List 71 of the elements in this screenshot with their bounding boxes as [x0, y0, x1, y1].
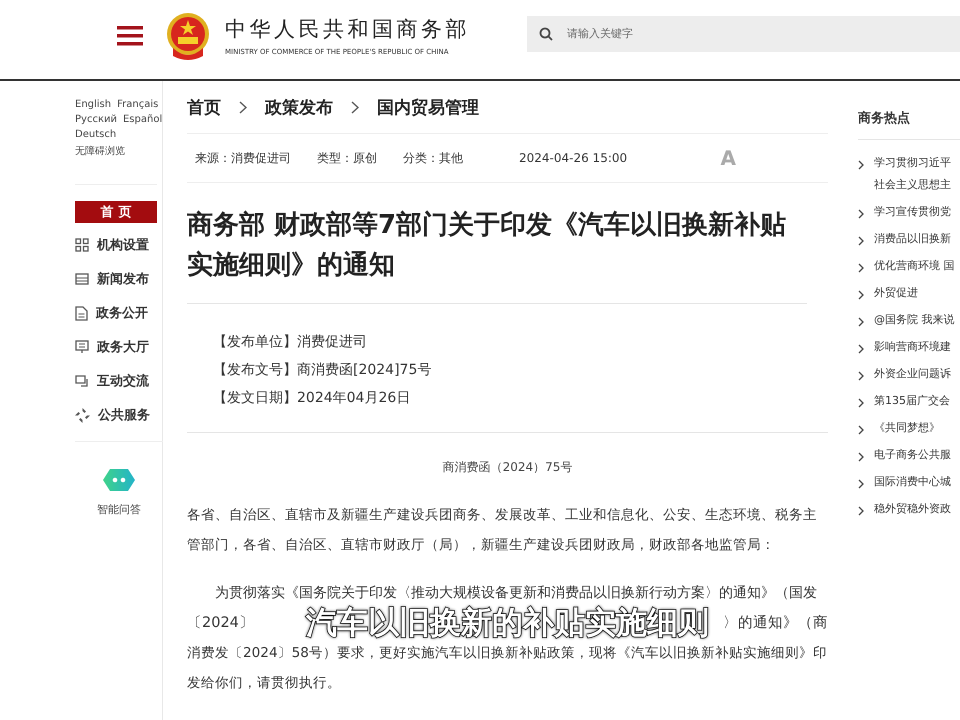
document-number: 商消费函（2024）75号 [442, 459, 574, 476]
chevron-icon [858, 479, 864, 489]
emblem-icon [165, 12, 211, 62]
language-link[interactable]: Русский [75, 114, 117, 125]
language-link[interactable]: Deutsch [75, 129, 116, 140]
document-icon [75, 306, 88, 320]
topic-link[interactable]: 学习宣传贯彻党 [874, 205, 951, 219]
topic-link[interactable]: 优化营商环境 国 [874, 259, 954, 273]
paragraph-fragment: 〉的通知》（商 [723, 614, 828, 633]
article-title: 商务部 财政部等7部门关于印发《汽车以旧换新补贴实施细则》的通知 [187, 183, 807, 304]
breadcrumb-link[interactable]: 首页 [187, 96, 221, 118]
paragraph-fragment: 〔2024〕 [187, 614, 254, 633]
search-icon [539, 26, 553, 40]
nav-item[interactable]: 互动交流 [75, 369, 157, 393]
monitor-icon [75, 340, 89, 354]
publish-time: 2024-04-26 15:00 [519, 151, 628, 165]
nav-item[interactable]: 公共服务 [75, 403, 157, 427]
chat-icon [75, 374, 89, 388]
chevron-icon [858, 398, 864, 408]
paragraph-line: 为贯彻落实《国务院关于印发〈推动大规模设备更新和消费品以旧换新行动方案〉的通知》（国发 [214, 584, 818, 603]
meta-text: 来源：消费促进司 [195, 150, 291, 166]
chevron-icon [858, 452, 864, 462]
chevron-icon [858, 371, 864, 381]
diamond-icon [75, 408, 90, 422]
chevron-icon [858, 425, 864, 435]
newspaper-icon [75, 273, 89, 285]
nav-item[interactable]: 新闻发布 [75, 267, 157, 291]
topic-link[interactable]: @国务院 我来说 [874, 313, 954, 327]
meta-text: 分类：其他 [403, 150, 463, 166]
nav-item[interactable]: 首 页 [75, 201, 157, 223]
assistant-label[interactable]: 智能问答 [97, 502, 141, 517]
topic-link[interactable]: 学习贯彻习近平 社会主义思想主 [874, 156, 951, 192]
language-link[interactable]: English [75, 99, 112, 110]
section-heading: 商务热点 [858, 81, 960, 140]
nav-item[interactable]: 政务大厅 [75, 335, 157, 359]
chevron-icon [858, 236, 864, 246]
chevron-icon [351, 100, 359, 114]
chevron-icon [858, 209, 864, 219]
nav-item[interactable]: 机构设置 [75, 233, 157, 257]
topic-link[interactable]: 稳外贸稳外资政 [874, 502, 951, 516]
grid-icon [75, 238, 89, 252]
chevron-icon [239, 100, 247, 114]
topic-link[interactable]: 第135届广交会 [874, 394, 950, 408]
search-field[interactable]: 请输入关键字 [527, 16, 960, 52]
chevron-icon [858, 263, 864, 273]
language-link[interactable]: Español [122, 114, 162, 125]
breadcrumb-link[interactable]: 政策发布 [265, 96, 333, 118]
topic-link[interactable]: 外资企业问题诉 [874, 367, 951, 381]
paragraph: 各省、自治区、直辖市及新疆生产建设兵团商务、发展改革、工业和信息化、公安、生态环境、税务主管部门，各省、自治区、直辖市财政厅（局），新疆生产建设兵团财政局，财政部各地监管局： [187, 506, 818, 555]
language-link[interactable]: Français [117, 99, 158, 110]
topic-link[interactable]: 国际消费中心城 [874, 475, 951, 489]
menu-icon[interactable] [117, 26, 143, 46]
topic-link[interactable]: 影响营商环境建 [874, 340, 951, 354]
chevron-icon [858, 317, 864, 327]
info-line: 【发布文号】商消费函[2024]75号 [213, 361, 432, 380]
info-line: 【发布单位】消费促进司 [213, 333, 368, 352]
chevron-icon [858, 506, 864, 516]
site-title: 中华人民共和国商务部 [225, 16, 470, 43]
paragraph: 消费发〔2024〕58号）要求，更好实施汽车以旧换新补贴政策，现将《汽车以旧换新补贴实施细则》印发给你们，请贯彻执行。 [187, 644, 828, 693]
topic-link[interactable]: 《共同梦想》 [874, 421, 940, 435]
nav-item[interactable]: 政务公开 [75, 301, 157, 325]
info-line: 【发文日期】2024年04月26日 [213, 389, 412, 408]
breadcrumb-link[interactable]: 国内贸易管理 [377, 96, 479, 118]
topic-link[interactable]: 外贸促进 [874, 286, 918, 300]
topic-link[interactable]: 消费品以旧换新 [874, 232, 951, 246]
chevron-icon [858, 344, 864, 354]
topic-link[interactable]: 电子商务公共服 [874, 448, 951, 462]
language-link[interactable]: 无障碍浏览 [75, 144, 125, 158]
chevron-icon [858, 160, 864, 170]
meta-text: 类型：原创 [317, 150, 377, 166]
chevron-icon [858, 290, 864, 300]
